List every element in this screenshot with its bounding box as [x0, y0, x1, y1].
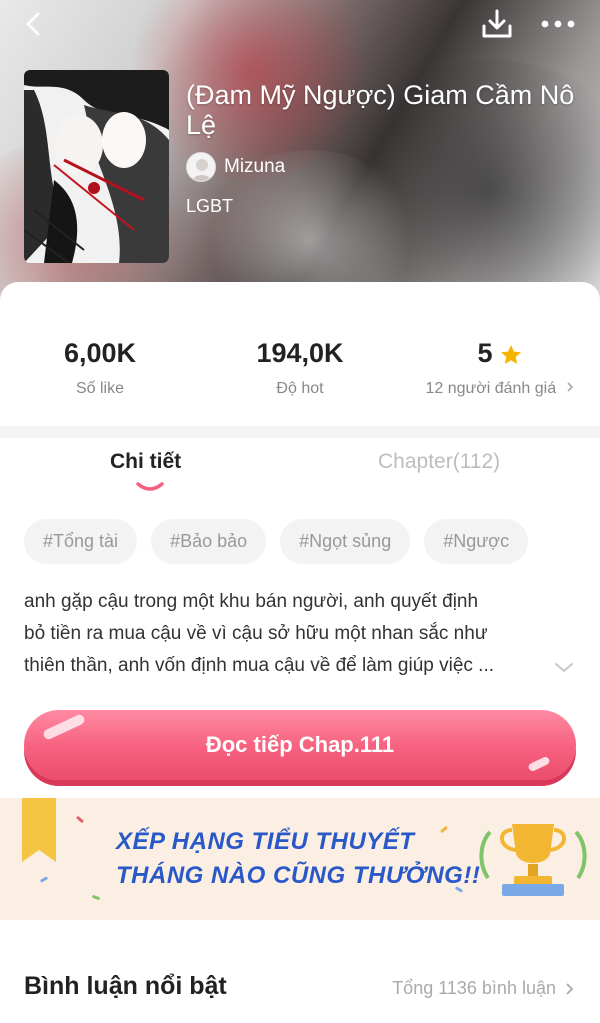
tab-chapter[interactable]: Chapter(112): [378, 450, 500, 474]
author-row[interactable]: Mizuna: [186, 152, 285, 182]
confetti-decoration: [39, 876, 49, 883]
more-icon: [541, 20, 575, 28]
banner-line-2: THÁNG NÀO CŨNG THƯỞNG!!: [116, 862, 481, 889]
section-divider: [0, 426, 600, 438]
description-line: thiên thần, anh vốn định mua cậu về để l…: [24, 655, 495, 676]
confetti-decoration: [91, 894, 101, 901]
confetti-decoration: [439, 825, 449, 834]
tab-detail[interactable]: Chi tiết: [110, 450, 181, 474]
active-tab-indicator: [136, 482, 164, 491]
author-avatar-image: [187, 153, 215, 181]
tag-chip[interactable]: #Bảo bảo: [151, 519, 267, 564]
tag-chip[interactable]: #Ngược: [424, 519, 529, 564]
description-line: bỏ tiền ra mua cậu về vì cậu sở hữu một …: [24, 623, 488, 644]
chevron-right-icon: [566, 382, 573, 392]
avatar: [186, 152, 216, 182]
back-button[interactable]: [18, 8, 50, 40]
cover-artwork: [24, 70, 169, 263]
continue-reading-label: Đọc tiếp Chap.111: [205, 732, 395, 757]
rating-count-label: 12 người đánh giá: [425, 380, 557, 397]
tag-chip[interactable]: #Ngọt sủng: [280, 519, 411, 564]
button-highlight: [527, 755, 551, 773]
genre-label[interactable]: LGBT: [186, 196, 233, 217]
hot-value: 194,0K: [256, 338, 344, 368]
story-title: (Đam Mỹ Ngược) Giam Cầm Nô Lệ: [186, 80, 575, 140]
author-name: Mizuna: [224, 156, 286, 177]
chevron-down-icon[interactable]: [552, 660, 576, 676]
hot-stat: 194,0K Độ hot: [200, 336, 400, 398]
download-button[interactable]: [480, 8, 514, 40]
star-icon: [500, 344, 521, 364]
button-highlight: [41, 713, 87, 741]
ribbon-icon: [22, 798, 56, 862]
chevron-left-icon: [26, 12, 40, 36]
detail-card: 6,00K Số like 194,0K Độ hot 5 12 người đ…: [0, 282, 600, 1023]
likes-label: Số like: [75, 380, 125, 397]
story-description: anh gặp cậu trong một khu bán người, anh…: [24, 586, 544, 682]
rating-stat[interactable]: 5 12 người đánh giá: [400, 336, 600, 398]
tag-list: #Tổng tài #Bảo bảo #Ngọt sủng #Ngược: [24, 519, 529, 564]
trophy-icon: [479, 824, 587, 896]
featured-comments-header: Bình luận nổi bật Tổng 1136 bình luận: [0, 962, 600, 1022]
comments-total: Tổng 1136 bình luận: [392, 978, 556, 998]
likes-stat: 6,00K Số like: [0, 336, 200, 398]
comments-total-link[interactable]: Tổng 1136 bình luận: [392, 978, 574, 999]
download-icon: [482, 9, 512, 38]
more-options-button[interactable]: [538, 10, 578, 38]
confetti-decoration: [75, 815, 85, 824]
cover-image[interactable]: [24, 70, 169, 263]
rating-value-row: 5: [400, 336, 600, 370]
ranking-banner[interactable]: XẾP HẠNG TIỂU THUYẾT THÁNG NÀO CŨNG THƯỞ…: [0, 798, 600, 920]
stats-row: 6,00K Số like 194,0K Độ hot 5 12 người đ…: [0, 336, 600, 416]
banner-line-1: XẾP HẠNG TIỂU THUYẾT: [116, 828, 415, 855]
tab-bar: Chi tiết Chapter(112): [0, 450, 600, 500]
comments-heading: Bình luận nổi bật: [24, 972, 227, 1000]
rating-count-link[interactable]: 12 người đánh giá: [400, 380, 600, 398]
rating-value: 5: [477, 338, 493, 368]
description-line: anh gặp cậu trong một khu bán người, anh…: [24, 591, 479, 612]
likes-value: 6,00K: [63, 338, 137, 368]
hot-label: Độ hot: [276, 380, 324, 397]
hero-header: (Đam Mỹ Ngược) Giam Cầm Nô Lệ Mizuna LGB…: [0, 0, 600, 300]
chevron-right-icon: [566, 982, 574, 995]
tag-chip[interactable]: #Tổng tài: [24, 519, 138, 564]
top-bar: [0, 0, 600, 48]
continue-reading-button[interactable]: Đọc tiếp Chap.111: [24, 710, 576, 780]
